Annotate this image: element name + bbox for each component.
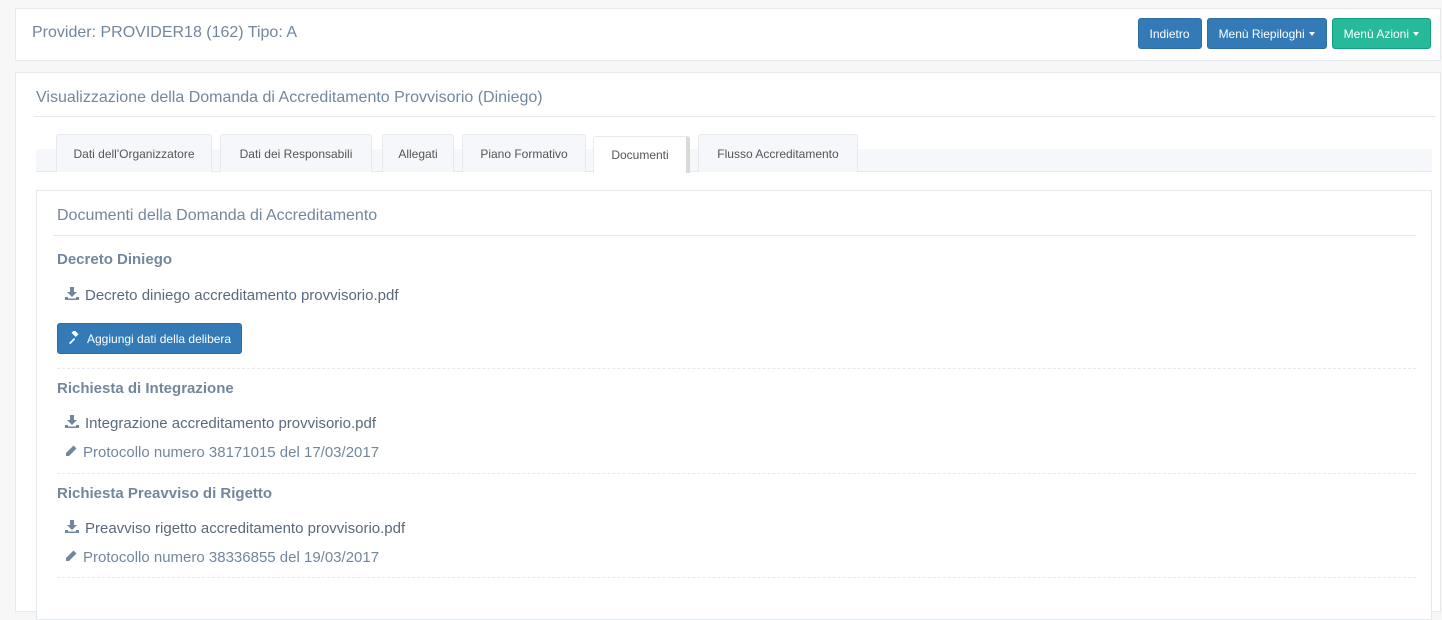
tab-training-plan[interactable]: Piano Formativo [462, 134, 586, 172]
summary-menu-label: Menù Riepiloghi [1218, 26, 1305, 41]
tab-documents[interactable]: Documenti [593, 136, 690, 173]
tab-responsible-data[interactable]: Dati dei Responsabili [220, 134, 372, 172]
section-heading-decreto-diniego: Decreto Diniego [57, 251, 173, 268]
tab-attachments[interactable]: Allegati [382, 134, 454, 172]
application-panel: Visualizzazione della Domanda di Accredi… [15, 72, 1441, 620]
section-heading-richiesta-integrazione: Richiesta di Integrazione [57, 380, 234, 397]
file-link-preavviso-rigetto[interactable]: Preavviso rigetto accreditamento provvis… [65, 520, 405, 537]
file-link-decreto-diniego[interactable]: Decreto diniego accreditamento provvisor… [65, 287, 399, 304]
header-button-group: Indietro Menù Riepiloghi Menù Azioni [1137, 18, 1431, 49]
provider-title: Provider: PROVIDER18 (162) Tipo: A [32, 24, 297, 41]
section-divider [57, 577, 1416, 578]
summary-menu-button[interactable]: Menù Riepiloghi [1206, 18, 1327, 49]
documents-panel: Documenti della Domanda di Accreditament… [36, 190, 1432, 620]
section-divider [57, 473, 1416, 474]
pencil-icon [65, 549, 77, 566]
tab-label: Allegati [398, 146, 438, 161]
tab-accreditation-flow[interactable]: Flusso Accreditamento [698, 134, 858, 172]
back-button-label: Indietro [1149, 26, 1190, 41]
tab-label: Documenti [611, 148, 669, 162]
provider-header-panel: Provider: PROVIDER18 (162) Tipo: A Indie… [15, 8, 1441, 61]
tab-label: Piano Formativo [480, 146, 568, 161]
title-divider [34, 116, 1436, 117]
protocol-integrazione: Protocollo numero 38171015 del 17/03/201… [65, 444, 379, 461]
add-resolution-data-label: Aggiungi dati della delibera [87, 331, 232, 346]
gavel-icon [68, 329, 81, 347]
back-button[interactable]: Indietro [1137, 18, 1202, 49]
tab-label: Flusso Accreditamento [717, 146, 839, 161]
tab-organizer-data[interactable]: Dati dell'Organizzatore [56, 134, 212, 172]
caret-down-icon [1308, 31, 1315, 36]
tab-label: Dati dell'Organizzatore [73, 146, 195, 161]
download-icon [65, 415, 79, 432]
documents-title-divider [53, 235, 1416, 236]
file-name: Preavviso rigetto accreditamento provvis… [85, 520, 406, 537]
protocol-preavviso-rigetto: Protocollo numero 38336855 del 19/03/201… [65, 549, 379, 566]
section-divider [57, 368, 1416, 369]
actions-menu-button[interactable]: Menù Azioni [1331, 18, 1431, 49]
protocol-text: Protocollo numero 38336855 del 19/03/201… [83, 549, 380, 566]
file-name: Integrazione accreditamento provvisorio.… [85, 415, 376, 432]
section-heading-preavviso-rigetto: Richiesta Preavviso di Rigetto [57, 485, 273, 502]
add-resolution-data-button[interactable]: Aggiungi dati della delibera [57, 323, 243, 354]
documents-title: Documenti della Domanda di Accreditament… [57, 207, 378, 224]
caret-down-icon [1413, 31, 1419, 36]
file-link-integrazione[interactable]: Integrazione accreditamento provvisorio.… [65, 415, 376, 432]
protocol-text: Protocollo numero 38171015 del 17/03/201… [83, 444, 380, 461]
actions-menu-label: Menù Azioni [1343, 26, 1409, 41]
page-title: Visualizzazione della Domanda di Accredi… [36, 89, 543, 106]
pencil-icon [65, 444, 77, 461]
download-icon [65, 520, 79, 537]
tab-label: Dati dei Responsabili [239, 146, 353, 161]
download-icon [65, 287, 79, 304]
file-name: Decreto diniego accreditamento provvisor… [85, 287, 399, 304]
